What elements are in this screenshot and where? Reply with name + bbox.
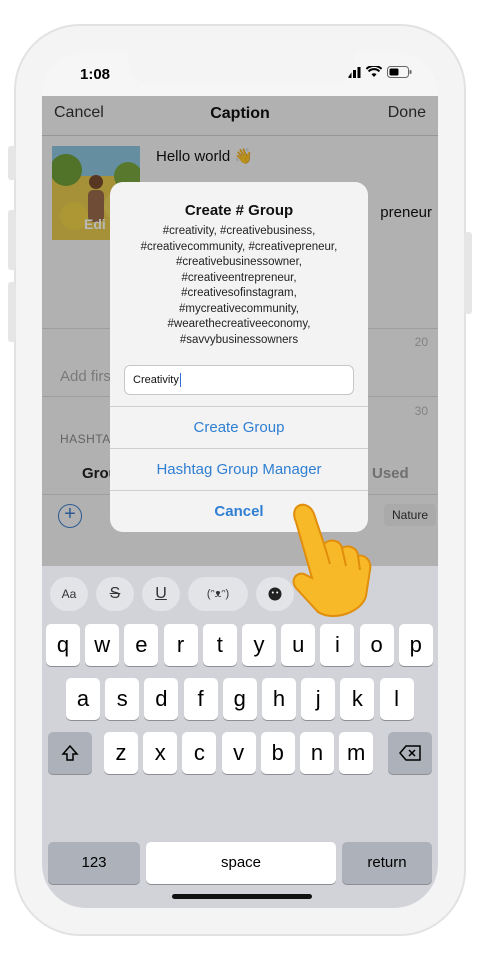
create-group-dialog: Create # Group #creativity, #creativebus… — [110, 182, 368, 532]
key-v[interactable]: v — [221, 732, 256, 774]
key-h[interactable]: h — [262, 678, 296, 720]
key-u[interactable]: u — [281, 624, 316, 666]
key-m[interactable]: m — [339, 732, 374, 774]
group-name-input[interactable]: Creativity — [124, 365, 354, 395]
create-group-button[interactable]: Create Group — [110, 406, 368, 448]
hashtag-group-manager-button[interactable]: Hashtag Group Manager — [110, 448, 368, 490]
hashtag-line: #savvybusinessowners — [179, 333, 299, 346]
volume-down-button — [8, 282, 16, 342]
key-k[interactable]: k — [340, 678, 375, 720]
status-time: 1:08 — [80, 66, 111, 83]
key-f[interactable]: f — [183, 678, 218, 720]
key-e[interactable]: e — [124, 624, 159, 666]
text-size-button[interactable]: Aa — [50, 577, 88, 611]
key-p[interactable]: p — [398, 624, 433, 666]
backspace-icon — [399, 745, 421, 761]
hashtag-line: #creativesofinstagram, — [181, 287, 297, 299]
numbers-key[interactable]: 123 — [48, 842, 140, 884]
volume-up-button — [8, 210, 16, 270]
key-r[interactable]: r — [163, 624, 198, 666]
key-b[interactable]: b — [260, 732, 295, 774]
space-key[interactable]: space — [146, 842, 336, 884]
key-w[interactable]: w — [85, 624, 120, 666]
key-y[interactable]: y — [242, 624, 276, 666]
hashtag-line: #wearethecreativeeconomy, — [167, 318, 311, 330]
wifi-icon — [366, 66, 382, 77]
mute-switch — [8, 146, 16, 180]
hashtag-line: #creativeentrepreneur, — [181, 271, 297, 284]
kaomoji-button[interactable]: (ᵔᴥᵔ) — [188, 577, 248, 611]
format-toolbar: Aa S U (ᵔᴥᵔ) — [42, 566, 438, 624]
strikethrough-button[interactable]: S — [96, 577, 134, 611]
key-j[interactable]: j — [301, 678, 336, 720]
text-caret — [179, 373, 182, 388]
shift-key[interactable] — [48, 732, 92, 774]
phone-screen: 1:08 Cancel Caption Done Edi Hello world… — [42, 52, 438, 908]
hashtag-line: #mycreativecommunity, — [179, 302, 299, 315]
backspace-key[interactable] — [388, 732, 432, 774]
key-i[interactable]: i — [320, 624, 355, 666]
home-indicator — [172, 894, 312, 899]
dialog-hashtag-list: #creativity, #creativebusiness, #creativ… — [120, 224, 358, 348]
key-d[interactable]: d — [144, 678, 179, 720]
key-s[interactable]: s — [105, 678, 140, 720]
hashtag-line: #creativity, #creativebusiness, — [162, 225, 316, 237]
key-n[interactable]: n — [300, 732, 334, 774]
power-button — [464, 232, 472, 314]
dialog-title: Create # Group — [184, 202, 294, 219]
hashtag-line: #creativebusinessowner, — [176, 256, 302, 268]
hashtag-line: #creativecommunity, #creativepreneur, — [140, 240, 338, 253]
underline-button[interactable]: U — [142, 577, 180, 611]
key-c[interactable]: c — [182, 732, 217, 774]
notch — [128, 52, 354, 84]
keyboard: qwertyuiop asdfghjkl zxcvbnm 123 space r… — [42, 624, 438, 908]
shift-icon — [61, 744, 79, 761]
key-x[interactable]: x — [143, 732, 178, 774]
key-z[interactable]: z — [104, 732, 138, 774]
key-o[interactable]: o — [359, 624, 394, 666]
key-a[interactable]: a — [66, 678, 100, 720]
group-name-value: Creativity — [133, 374, 179, 386]
status-icons — [344, 66, 412, 78]
key-l[interactable]: l — [379, 678, 414, 720]
key-q[interactable]: q — [46, 624, 80, 666]
return-key[interactable]: return — [342, 842, 432, 884]
pointing-hand-icon — [292, 503, 372, 617]
battery-icon — [387, 66, 412, 78]
key-g[interactable]: g — [222, 678, 257, 720]
key-t[interactable]: t — [202, 624, 237, 666]
